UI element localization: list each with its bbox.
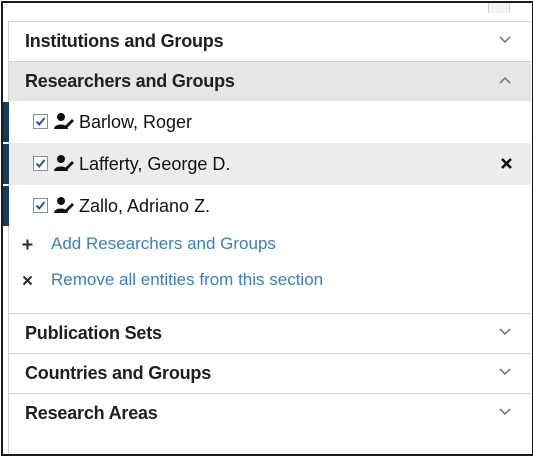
section-header-institutions[interactable]: Institutions and Groups [9,21,531,61]
person-group-icon [54,197,74,213]
section-title-institutions: Institutions and Groups [25,31,224,51]
top-strip-tab [488,3,510,13]
entity-checkbox[interactable] [33,114,48,129]
section-header-researchers[interactable]: Researchers and Groups [9,61,531,101]
entity-accent-bar [3,144,9,184]
section-header-countries[interactable]: Countries and Groups [9,353,531,393]
section-title-countries: Countries and Groups [25,363,212,383]
chevron-down-icon [499,368,511,376]
chevron-down-icon [499,36,511,44]
top-strip [3,3,532,21]
plus-icon [22,239,33,250]
close-icon [22,275,33,286]
researchers-actions: Add Researchers and Groups Remove all en… [9,227,531,313]
entity-filter-panel: Institutions and Groups Researchers and … [3,21,531,454]
entity-checkbox[interactable] [33,198,48,213]
entity-row[interactable]: Zallo, Adriano Z. [3,185,531,227]
add-researchers-label: Add Researchers and Groups [51,234,276,253]
entity-accent-bar [3,186,9,226]
section-title-research-areas: Research Areas [25,403,158,423]
entity-name: Zallo, Adriano Z. [79,196,211,216]
checkmark-icon [35,159,46,169]
checkmark-icon [35,117,46,127]
entity-name: Lafferty, George D. [79,154,231,174]
chevron-up-icon [499,76,511,84]
close-icon[interactable] [500,157,513,170]
entity-accent-bar [3,102,9,142]
chevron-down-icon [499,408,511,416]
section-title-researchers: Researchers and Groups [25,71,235,91]
entity-row[interactable]: Lafferty, George D. [3,143,531,185]
section-title-publication-sets: Publication Sets [25,323,162,343]
filter-panel-frame: Institutions and Groups Researchers and … [1,1,533,456]
researchers-entity-list: Barlow, Roger Lafferty, George D. Zallo,… [3,101,531,227]
checkmark-icon [35,201,46,211]
entity-name: Barlow, Roger [79,112,193,132]
remove-all-entities-label: Remove all entities from this section [51,270,324,289]
person-group-icon [54,113,74,129]
chevron-down-icon [499,328,511,336]
person-group-icon [54,155,74,171]
entity-checkbox[interactable] [33,156,48,171]
entity-row[interactable]: Barlow, Roger [3,101,531,143]
section-header-research-areas[interactable]: Research Areas [9,393,531,433]
section-header-publication-sets[interactable]: Publication Sets [9,313,531,353]
